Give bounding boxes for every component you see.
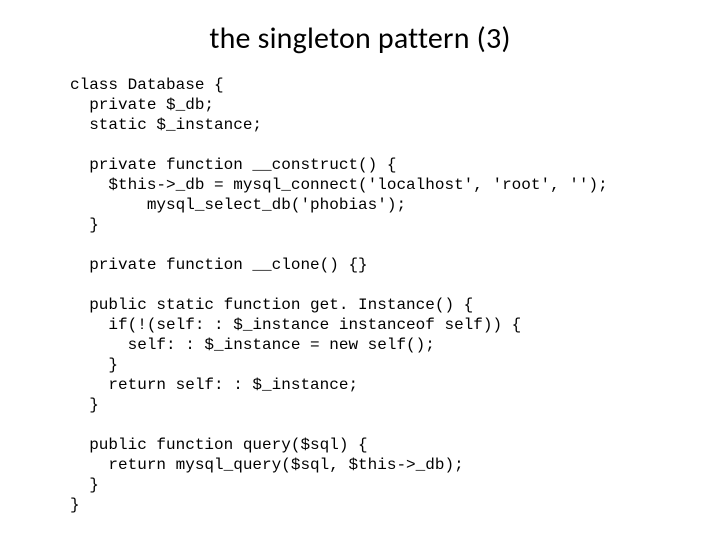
code-block: class Database { private $_db; static $_… [0, 75, 720, 515]
slide-title: the singleton pattern (3) [0, 20, 720, 57]
slide: the singleton pattern (3) class Database… [0, 0, 720, 540]
